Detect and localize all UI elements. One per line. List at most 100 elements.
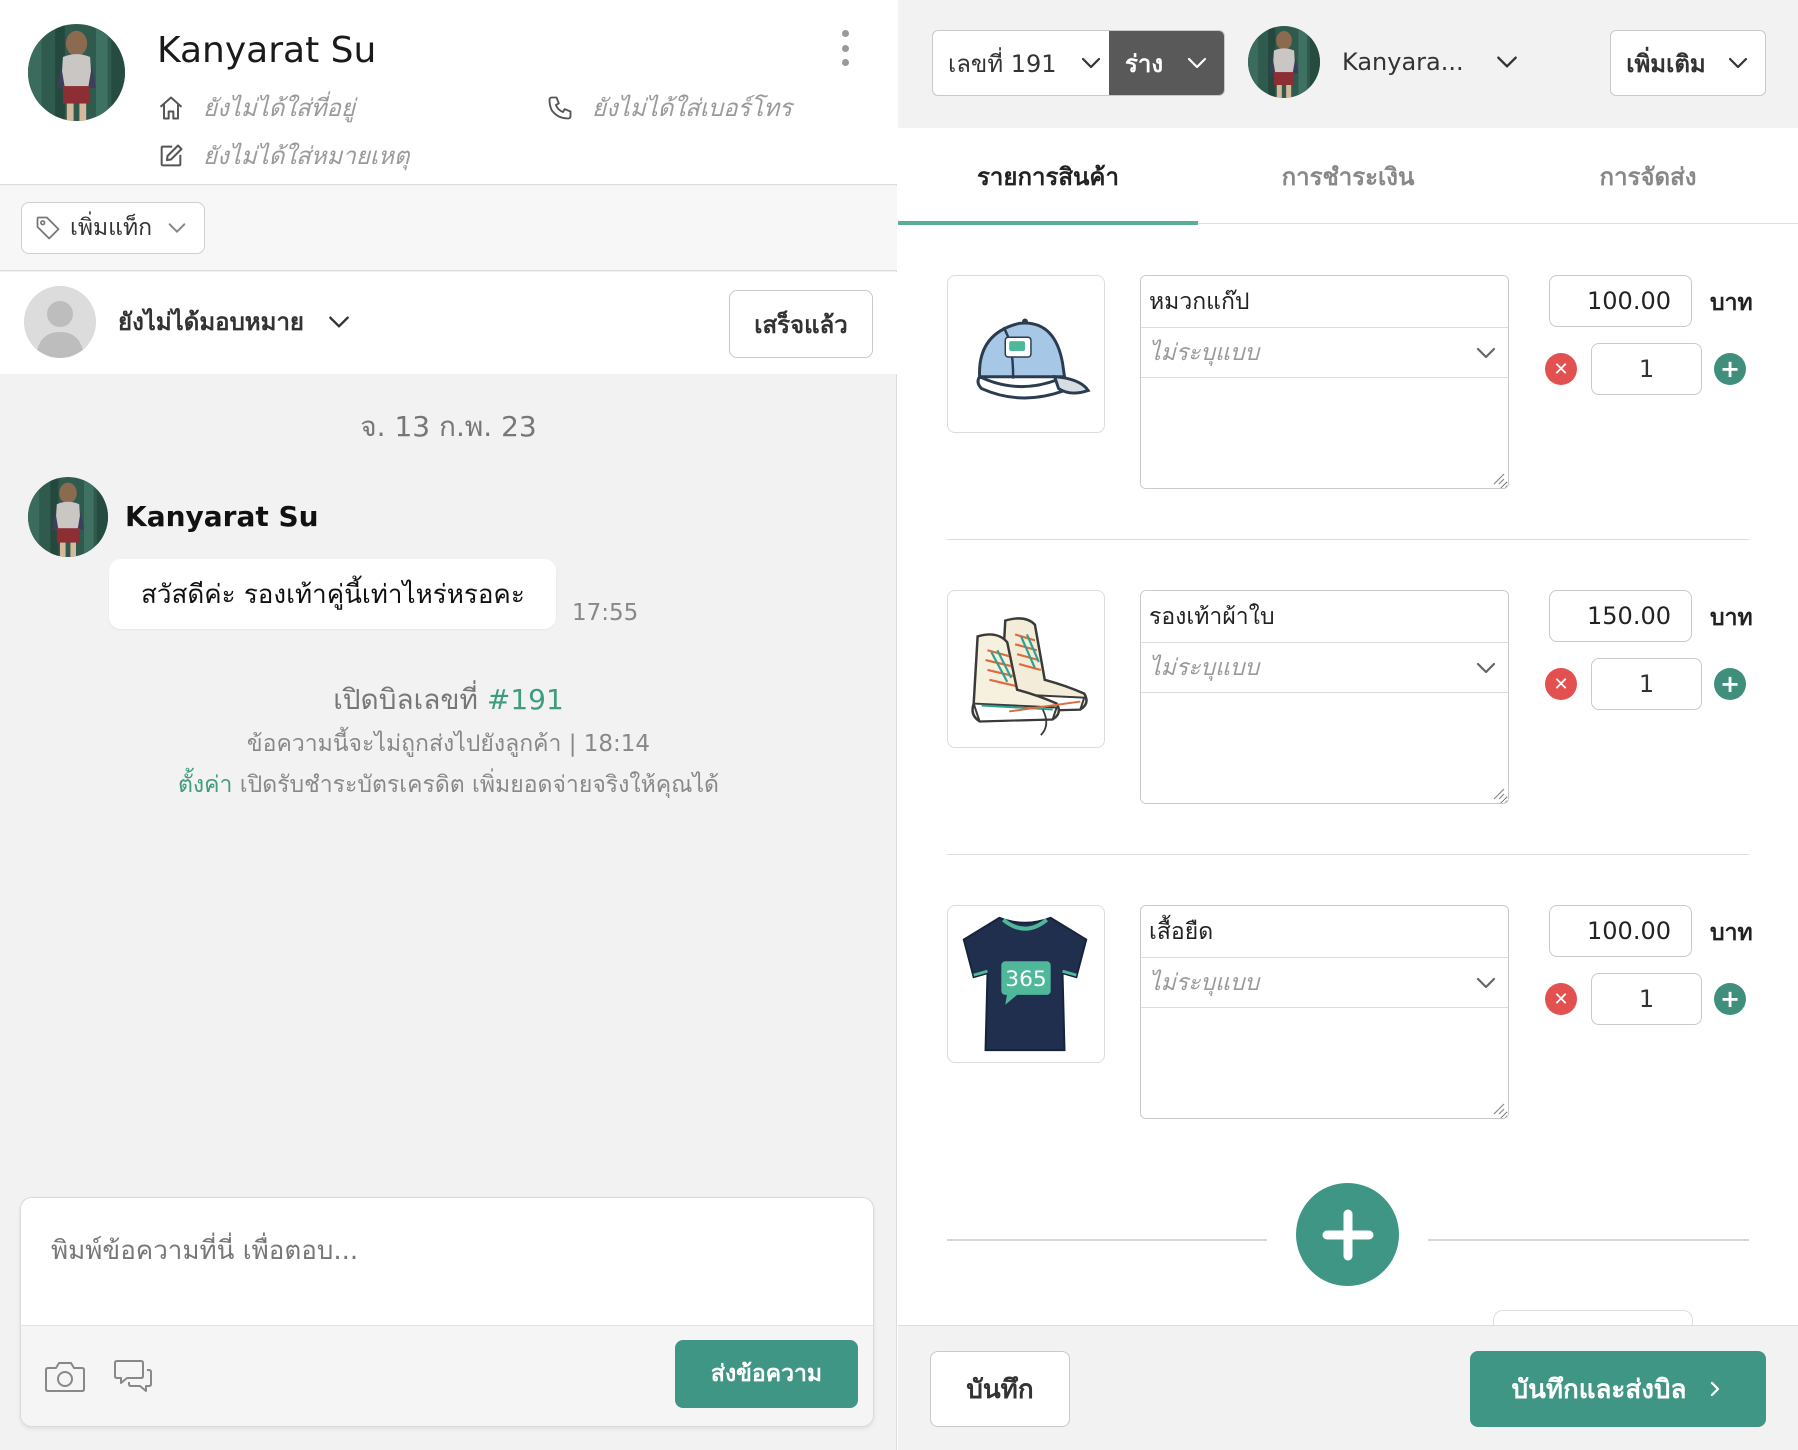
more-options-icon[interactable]: [835, 30, 855, 66]
message-bubble: สวัสดีค่ะ รองเท้าคู่นี้เท่าไหร่หรอคะ: [109, 559, 556, 629]
bill-number-link[interactable]: #191: [487, 683, 564, 716]
message-composer: ส่งข้อความ: [20, 1197, 874, 1427]
tshirt-print-text: 365: [1005, 967, 1046, 992]
item-price-field[interactable]: [1549, 590, 1692, 642]
item-price-field[interactable]: [1549, 905, 1692, 957]
quick-reply-icon[interactable]: [111, 1356, 155, 1396]
save-button[interactable]: บันทึก: [930, 1351, 1070, 1427]
bill-status-dropdown[interactable]: ร่าง: [1109, 31, 1224, 95]
chevron-down-icon: [1726, 51, 1750, 75]
mark-done-button[interactable]: เสร็จแล้ว: [729, 290, 873, 358]
order-item: ไม่ระบุแบบ บาท ✕ +: [898, 590, 1798, 810]
item-qty-field[interactable]: [1591, 658, 1702, 710]
tab-products[interactable]: รายการสินค้า: [898, 128, 1198, 225]
product-image-cap[interactable]: [947, 275, 1105, 433]
chevron-down-icon: [1185, 51, 1209, 75]
plus-icon: [1322, 1209, 1373, 1260]
chevron-down-icon: [1494, 49, 1520, 75]
tab-shipping[interactable]: การจัดส่ง: [1498, 128, 1798, 224]
item-note-field[interactable]: [1141, 693, 1508, 803]
currency-label: บาท: [1710, 920, 1753, 946]
add-tag-button[interactable]: เพิ่มแท็ก: [21, 202, 205, 254]
sender-name: Kanyarat Su: [125, 500, 319, 533]
address-placeholder: ยังไม่ได้ใส่ที่อยู่: [203, 94, 355, 122]
assignee-label: ยังไม่ได้มอบหมาย: [118, 308, 304, 336]
currency-label: บาท: [1710, 290, 1753, 316]
item-name-field[interactable]: [1141, 591, 1508, 643]
remove-item-icon[interactable]: ✕: [1545, 668, 1577, 700]
user-placeholder-icon: [24, 286, 96, 358]
bill-event-note: ข้อความนี้จะไม่ถูกส่งไปยังลูกค้า | 18:14: [246, 731, 651, 757]
variant-select[interactable]: ไม่ระบุแบบ: [1141, 643, 1508, 693]
bill-status-label: ร่าง: [1125, 49, 1164, 78]
increase-qty-icon[interactable]: +: [1714, 668, 1746, 700]
order-panel: เลขที่ 191 ร่าง Kanyara... เพิ่มเติม ราย…: [898, 0, 1798, 1450]
variant-label: ไม่ระบุแบบ: [1149, 969, 1260, 996]
item-qty-field[interactable]: [1591, 343, 1702, 395]
item-note-field[interactable]: [1141, 1008, 1508, 1118]
variant-label: ไม่ระบุแบบ: [1149, 339, 1260, 366]
more-dropdown[interactable]: เพิ่มเติม: [1610, 30, 1766, 96]
item-note-field[interactable]: [1141, 378, 1508, 488]
bill-dropdown: เลขที่ 191 ร่าง: [932, 30, 1225, 96]
variant-select[interactable]: ไม่ระบุแบบ: [1141, 328, 1508, 378]
order-footer: บันทึก บันทึกและส่งบิล: [898, 1325, 1798, 1450]
send-message-button[interactable]: ส่งข้อความ: [675, 1340, 858, 1408]
item-price-field[interactable]: [1549, 275, 1692, 327]
note-placeholder: ยังไม่ได้ใส่หมายเหตุ: [203, 142, 410, 170]
bill-event-setting: ตั้งค่า เปิดรับชำระบัตรเครดิต เพิ่มยอดจ่…: [0, 767, 897, 803]
product-image-sneakers[interactable]: [947, 590, 1105, 748]
add-tag-label: เพิ่มแท็ก: [70, 215, 153, 241]
message-input[interactable]: [21, 1198, 873, 1325]
sender-avatar[interactable]: [28, 477, 108, 557]
tab-payment[interactable]: การชำระเงิน: [1198, 128, 1498, 224]
add-item-divider: [947, 1239, 1267, 1241]
bill-number-dropdown[interactable]: เลขที่ 191: [933, 31, 1109, 95]
address-row[interactable]: ยังไม่ได้ใส่ที่อยู่: [157, 88, 355, 127]
edit-icon: [160, 144, 183, 166]
phone-icon: [548, 96, 572, 119]
contact-avatar[interactable]: [28, 24, 125, 121]
settings-text: เปิดรับชำระบัตรเครดิต เพิ่มยอดจ่ายจริงให…: [232, 772, 719, 798]
save-and-send-bill-button[interactable]: บันทึกและส่งบิล: [1470, 1351, 1766, 1427]
assignee-avatar: [24, 286, 96, 358]
save-and-send-label: บันทึกและส่งบิล: [1511, 1374, 1687, 1405]
conversation-panel: Kanyarat Su ยังไม่ได้ใส่ที่อยู่ ยังไม่ได…: [0, 0, 897, 1450]
remove-item-icon[interactable]: ✕: [1545, 983, 1577, 1015]
resize-grip-icon[interactable]: [1491, 1101, 1505, 1115]
customer-avatar: [1248, 26, 1320, 98]
customer-dropdown[interactable]: Kanyara...: [1248, 26, 1520, 98]
bill-event-title: เปิดบิลเลขที่ #191: [333, 683, 564, 716]
add-item-button[interactable]: [1296, 1183, 1399, 1286]
camera-icon[interactable]: [43, 1356, 87, 1396]
assignee-dropdown[interactable]: ยังไม่ได้มอบหมาย: [118, 302, 352, 341]
item-qty-field[interactable]: [1591, 973, 1702, 1025]
note-row[interactable]: ยังไม่ได้ใส่หมายเหตุ: [157, 136, 409, 175]
item-divider: [947, 539, 1749, 540]
item-name-field[interactable]: [1141, 906, 1508, 958]
resize-grip-icon[interactable]: [1491, 471, 1505, 485]
item-detail-box: ไม่ระบุแบบ: [1140, 275, 1509, 489]
increase-qty-icon[interactable]: +: [1714, 983, 1746, 1015]
more-label: เพิ่มเติม: [1626, 49, 1706, 78]
remove-item-icon[interactable]: ✕: [1545, 353, 1577, 385]
item-name-field[interactable]: [1141, 276, 1508, 328]
phone-placeholder: ยังไม่ได้ใส่เบอร์โทร: [592, 94, 793, 122]
contact-name: Kanyarat Su: [157, 30, 377, 71]
customer-name: Kanyara...: [1342, 48, 1464, 76]
date-separator: จ. 13 ก.พ. 23: [360, 410, 537, 443]
increase-qty-icon[interactable]: +: [1714, 353, 1746, 385]
home-icon: [159, 96, 183, 119]
variant-label: ไม่ระบุแบบ: [1149, 654, 1260, 681]
currency-label: บาท: [1710, 605, 1753, 631]
resize-grip-icon[interactable]: [1491, 786, 1505, 800]
product-image-tshirt[interactable]: 365: [947, 905, 1105, 1063]
add-item-divider: [1428, 1239, 1749, 1241]
variant-select[interactable]: ไม่ระบุแบบ: [1141, 958, 1508, 1008]
phone-row[interactable]: ยังไม่ได้ใส่เบอร์โทร: [546, 88, 792, 127]
chevron-down-icon: [166, 217, 188, 239]
chevron-down-icon: [1474, 656, 1498, 680]
chevron-down-icon: [326, 309, 352, 335]
assignment-bar: ยังไม่ได้มอบหมาย เสร็จแล้ว: [0, 272, 897, 374]
settings-link[interactable]: ตั้งค่า: [178, 772, 232, 798]
